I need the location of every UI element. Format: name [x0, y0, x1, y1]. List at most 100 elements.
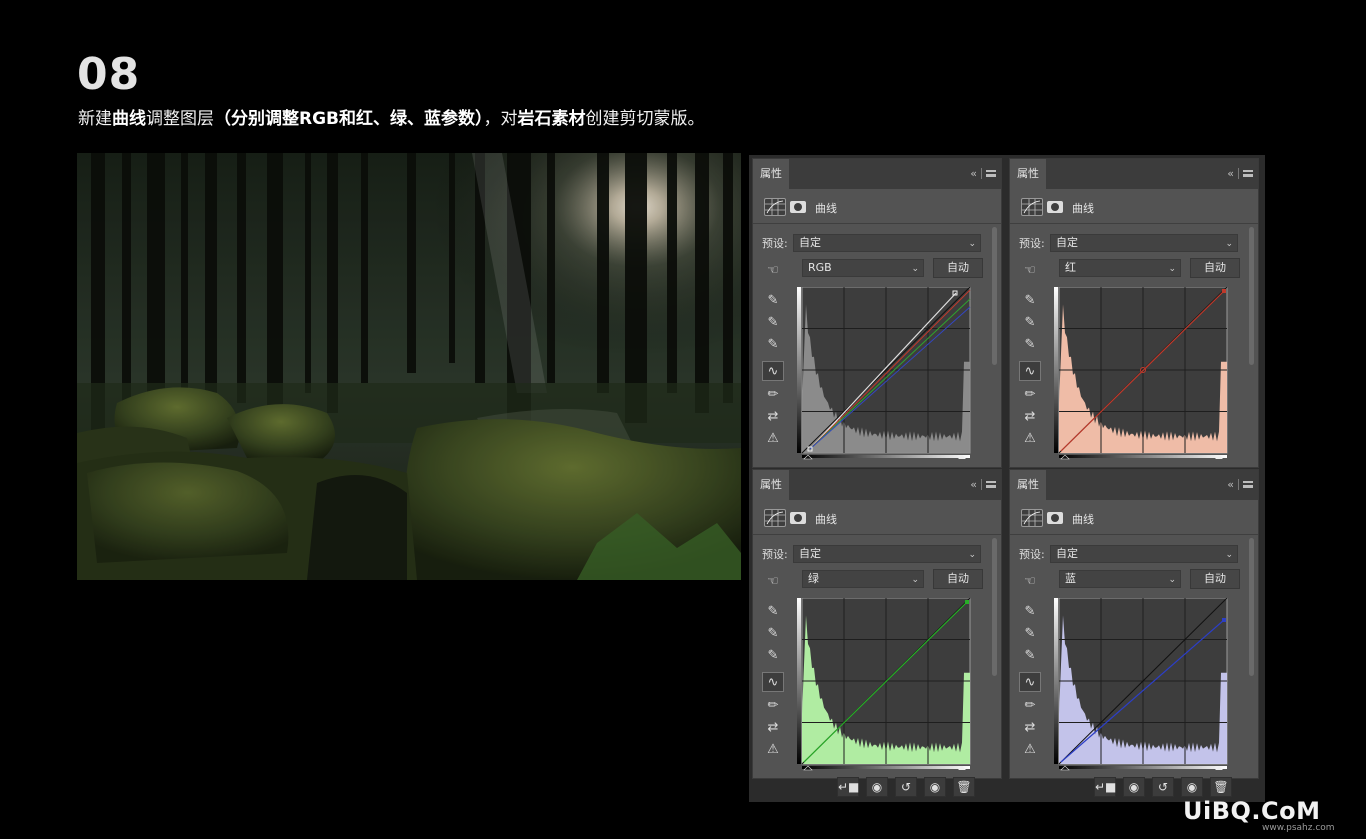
forest-photo — [77, 153, 741, 580]
on-image-adjust-icon[interactable]: ☜ — [1019, 261, 1041, 281]
chevron-down-icon: ⌄ — [968, 239, 976, 249]
panel-menu-icon[interactable] — [986, 170, 996, 177]
panel-scrollbar[interactable] — [992, 538, 997, 676]
channel-dropdown[interactable]: RGB ⌄ — [802, 259, 924, 277]
visibility-eye-icon[interactable]: ◉ — [924, 777, 946, 797]
auto-button[interactable]: 自动 — [1190, 258, 1240, 278]
instruction-bold: 岩石素材 — [517, 109, 586, 129]
clipping-warning-icon[interactable]: ⚠ — [1019, 429, 1041, 449]
collapse-icon[interactable]: ‹‹ — [1227, 167, 1234, 180]
preset-dropdown[interactable]: 自定 ⌄ — [793, 234, 981, 252]
clip-to-layer-icon[interactable]: ↵■ — [1094, 777, 1116, 797]
black-point-eyedropper-icon[interactable]: ✎ — [762, 602, 784, 622]
channel-dropdown[interactable]: 蓝 ⌄ — [1059, 570, 1181, 588]
curves-adjustment-icon — [764, 198, 786, 216]
delete-trash-icon[interactable]: 🗑 — [953, 777, 975, 797]
gray-point-eyedropper-icon[interactable]: ✎ — [762, 313, 784, 333]
tab-separator — [1238, 168, 1239, 179]
gray-point-eyedropper-icon[interactable]: ✎ — [1019, 313, 1041, 333]
curve-points-icon[interactable]: ∿ — [1019, 672, 1041, 692]
auto-button[interactable]: 自动 — [933, 258, 983, 278]
on-image-adjust-icon[interactable]: ☜ — [1019, 572, 1041, 592]
black-point-eyedropper-icon[interactable]: ✎ — [1019, 602, 1041, 622]
curves-properties-panels: 属性 ‹‹ 曲线 预设: 自定 ⌄ RGB ⌄ 自动 ☜ ✎ ✎ ✎ ∿ ✏ ⇄ ⚠… — [749, 155, 1265, 802]
reset-icon[interactable]: ↺ — [895, 777, 917, 797]
pencil-icon[interactable]: ✏ — [762, 385, 784, 405]
pencil-icon[interactable]: ✏ — [1019, 385, 1041, 405]
tab-properties[interactable]: 属性 — [1010, 470, 1046, 500]
pencil-icon[interactable]: ✏ — [1019, 696, 1041, 716]
layer-mask-icon[interactable] — [790, 512, 806, 524]
smooth-icon[interactable]: ⇄ — [762, 407, 784, 427]
panel-tabbar: 属性 ‹‹ — [1010, 159, 1258, 189]
tab-properties[interactable]: 属性 — [1010, 159, 1046, 189]
pencil-icon[interactable]: ✏ — [762, 696, 784, 716]
panel-menu-icon[interactable] — [1243, 481, 1253, 488]
preset-dropdown[interactable]: 自定 ⌄ — [1050, 234, 1238, 252]
instruction-part: 调整图层 — [146, 109, 214, 129]
black-point-eyedropper-icon[interactable]: ✎ — [762, 291, 784, 311]
clipping-warning-icon[interactable]: ⚠ — [762, 740, 784, 760]
on-image-adjust-icon[interactable]: ☜ — [762, 261, 784, 281]
delete-trash-icon[interactable]: 🗑 — [1210, 777, 1232, 797]
view-previous-icon[interactable]: ◉ — [1123, 777, 1145, 797]
curve-points-icon[interactable]: ∿ — [1019, 361, 1041, 381]
layer-mask-icon[interactable] — [790, 201, 806, 213]
smooth-icon[interactable]: ⇄ — [1019, 718, 1041, 738]
layer-mask-icon[interactable] — [1047, 201, 1063, 213]
preset-dropdown[interactable]: 自定 ⌄ — [1050, 545, 1238, 563]
panel-tabbar: 属性 ‹‹ — [753, 159, 1001, 189]
curve-points-icon[interactable]: ∿ — [762, 361, 784, 381]
channel-dropdown[interactable]: 红 ⌄ — [1059, 259, 1181, 277]
panel-menu-icon[interactable] — [986, 481, 996, 488]
layer-mask-icon[interactable] — [1047, 512, 1063, 524]
tab-properties[interactable]: 属性 — [753, 470, 789, 500]
panel-footer-right: ↵■ ◉ ↺ ◉ 🗑 — [1094, 775, 1322, 799]
smooth-icon[interactable]: ⇄ — [1019, 407, 1041, 427]
clipping-warning-icon[interactable]: ⚠ — [762, 429, 784, 449]
white-point-eyedropper-icon[interactable]: ✎ — [1019, 646, 1041, 666]
on-image-adjust-icon[interactable]: ☜ — [762, 572, 784, 592]
white-point-eyedropper-icon[interactable]: ✎ — [762, 335, 784, 355]
tab-separator — [1238, 479, 1239, 490]
visibility-eye-icon[interactable]: ◉ — [1181, 777, 1203, 797]
preset-value: 自定 — [799, 547, 821, 560]
curve-points-icon[interactable]: ∿ — [762, 672, 784, 692]
panel-scrollbar[interactable] — [1249, 227, 1254, 365]
curve-graph[interactable] — [797, 287, 972, 461]
white-point-eyedropper-icon[interactable]: ✎ — [762, 646, 784, 666]
black-point-eyedropper-icon[interactable]: ✎ — [1019, 291, 1041, 311]
curve-graph[interactable] — [797, 598, 972, 772]
collapse-icon[interactable]: ‹‹ — [970, 478, 977, 491]
instruction-text: 新建曲线调整图层（分别调整RGB和红、绿、蓝参数），对岩石素材创建剪切蒙版。 — [78, 107, 705, 131]
view-previous-icon[interactable]: ◉ — [866, 777, 888, 797]
gray-point-eyedropper-icon[interactable]: ✎ — [762, 624, 784, 644]
chevron-down-icon: ⌄ — [1225, 550, 1233, 560]
gray-point-eyedropper-icon[interactable]: ✎ — [1019, 624, 1041, 644]
watermark-url: www.psahz.com — [1262, 823, 1335, 833]
panel-tabbar: 属性 ‹‹ — [1010, 470, 1258, 500]
smooth-icon[interactable]: ⇄ — [762, 718, 784, 738]
curves-panel-rgb: 属性 ‹‹ 曲线 预设: 自定 ⌄ RGB ⌄ 自动 ☜ ✎ ✎ ✎ ∿ ✏ ⇄ ⚠ — [752, 158, 1002, 468]
curve-graph[interactable] — [1054, 598, 1229, 772]
instruction-bold: （分别调整RGB和红、绿、蓝参数） — [214, 109, 484, 129]
reset-icon[interactable]: ↺ — [1152, 777, 1174, 797]
tab-properties[interactable]: 属性 — [753, 159, 789, 189]
curve-graph[interactable] — [1054, 287, 1229, 461]
white-point-eyedropper-icon[interactable]: ✎ — [1019, 335, 1041, 355]
clip-to-layer-icon[interactable]: ↵■ — [837, 777, 859, 797]
collapse-icon[interactable]: ‹‹ — [1227, 478, 1234, 491]
auto-button[interactable]: 自动 — [933, 569, 983, 589]
panel-scrollbar[interactable] — [1249, 538, 1254, 676]
auto-button[interactable]: 自动 — [1190, 569, 1240, 589]
panel-scrollbar[interactable] — [992, 227, 997, 365]
adjustment-title: 曲线 — [815, 202, 837, 215]
preset-dropdown[interactable]: 自定 ⌄ — [793, 545, 981, 563]
clipping-warning-icon[interactable]: ⚠ — [1019, 740, 1041, 760]
panel-divider — [1010, 223, 1258, 224]
panel-menu-icon[interactable] — [1243, 170, 1253, 177]
channel-dropdown[interactable]: 绿 ⌄ — [802, 570, 924, 588]
channel-value: 红 — [1065, 261, 1076, 274]
tab-separator — [981, 168, 982, 179]
collapse-icon[interactable]: ‹‹ — [970, 167, 977, 180]
